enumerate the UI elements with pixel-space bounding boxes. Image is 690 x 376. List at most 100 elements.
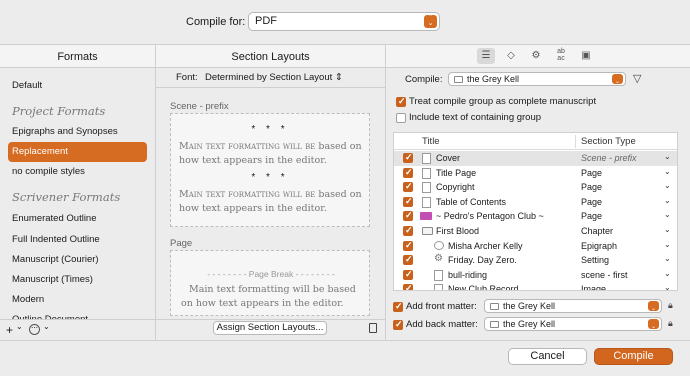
row-section-type[interactable]: Page — [581, 182, 602, 192]
sidebar-item[interactable]: no compile styles — [12, 166, 85, 177]
sidebar-item[interactable]: Epigraphs and Synopses — [12, 126, 118, 137]
add-format-button[interactable]: + — [6, 323, 13, 337]
sidebar-item[interactable]: Manuscript (Courier) — [12, 254, 99, 265]
list-icon[interactable]: ☰ — [477, 48, 495, 64]
lock-icon[interactable]: 🔒︎ — [668, 300, 673, 311]
stepper-icon: ⌃ ⌄ — [612, 73, 623, 85]
row-title: Table of Contents — [436, 196, 507, 207]
table-row[interactable]: ⚙ Friday. Day Zero. Setting ⌄ — [394, 253, 677, 268]
back-matter-checkbox[interactable] — [393, 319, 403, 330]
row-checkbox[interactable] — [403, 181, 413, 193]
row-checkbox[interactable] — [403, 210, 413, 222]
sidebar-item[interactable]: Manuscript (Times) — [12, 274, 93, 285]
row-checkbox[interactable] — [403, 167, 413, 178]
row-section-type[interactable]: Chapter — [581, 226, 613, 236]
back-matter-label: Add back matter: — [406, 319, 478, 330]
layout-preview-scene-prefix[interactable]: * * * Main text formatting will be based… — [170, 113, 370, 227]
gear-icon: ⚙ — [434, 253, 443, 265]
chevron-down-icon[interactable]: ⌄ — [664, 240, 671, 249]
table-row[interactable]: bull-riding scene - first ⌄ — [394, 268, 677, 283]
font-select[interactable]: Determined by Section Layout ⇕ — [205, 72, 343, 83]
back-matter-value: the Grey Kell — [503, 319, 556, 329]
document-icon[interactable] — [369, 323, 377, 333]
ellipsis-icon: ⋯ — [31, 325, 38, 332]
filter-icon[interactable]: ▽ — [633, 72, 641, 85]
speech-bubble-icon — [434, 240, 444, 250]
table-row[interactable]: Copyright Page ⌄ — [394, 180, 677, 195]
treat-group-checkbox[interactable] — [396, 96, 406, 107]
image-doc-icon — [420, 212, 432, 221]
row-section-type[interactable]: Page — [581, 211, 602, 221]
compile-button[interactable]: Compile — [594, 348, 673, 365]
more-options-button[interactable]: ⋯ — [29, 324, 40, 335]
row-checkbox[interactable] — [403, 269, 413, 280]
row-section-type[interactable]: scene - first — [581, 270, 628, 280]
back-matter-select[interactable]: the Grey Kell ⌃ ⌄ — [484, 317, 662, 331]
chevron-down-icon[interactable]: ⌄ — [664, 152, 671, 161]
chevron-down-icon[interactable]: ⌄ — [664, 210, 671, 219]
chevron-down-icon[interactable]: ⌄ — [664, 225, 671, 234]
chevron-down-icon[interactable]: ⌄ — [664, 167, 671, 176]
chevron-down-icon[interactable]: ⌄ — [664, 196, 671, 205]
section-type-column-header[interactable]: Section Type — [581, 136, 636, 147]
row-checkbox[interactable] — [403, 196, 413, 207]
page-break-text: Page Break — [248, 269, 294, 279]
chevron-down-icon[interactable]: ⌄ — [16, 322, 23, 331]
table-row[interactable]: ~ Pedro's Pentagon Club ~ Page ⌄ — [394, 209, 677, 224]
sidebar-item[interactable]: Modern — [12, 294, 44, 305]
chevron-down-icon[interactable]: ⌄ — [664, 181, 671, 190]
divider — [156, 87, 385, 88]
row-title: New Club Record — [448, 284, 519, 291]
row-section-type[interactable]: Epigraph — [581, 241, 617, 251]
folder-icon — [490, 303, 499, 310]
contents-table: Title Section Type CoverScene - prefix⌄T… — [393, 132, 678, 291]
preview-smallcaps: Main text formatting will be — [179, 141, 316, 152]
sidebar-item[interactable]: Default — [12, 80, 42, 91]
sidebar-item[interactable]: Enumerated Outline — [12, 213, 97, 224]
chevron-down-icon[interactable]: ⌄ — [43, 322, 50, 331]
table-row[interactable]: First Blood Chapter ⌄ — [394, 224, 677, 239]
chevron-down-icon[interactable]: ⌄ — [664, 283, 671, 290]
row-section-type[interactable]: Page — [581, 168, 602, 178]
document-icon — [422, 196, 431, 208]
row-checkbox[interactable] — [403, 240, 413, 251]
row-section-type[interactable]: Setting — [581, 255, 609, 265]
cancel-button[interactable]: Cancel — [508, 348, 587, 365]
stepper-icon: ⌃ ⌄ — [424, 14, 437, 28]
table-row[interactable]: New Club Record Image ⌄ — [394, 282, 677, 291]
compile-group-select[interactable]: the Grey Kell ⌃ ⌄ — [448, 72, 626, 86]
include-containing-checkbox[interactable] — [396, 113, 406, 123]
chevron-down-icon[interactable]: ⌄ — [664, 254, 671, 263]
row-section-type[interactable]: Page — [581, 197, 602, 207]
table-row[interactable]: Title Page Page ⌄ — [394, 166, 677, 181]
font-label: Font: — [176, 72, 198, 83]
tag-icon[interactable]: ◇ — [502, 48, 520, 64]
format-select[interactable]: PDF ⌃ ⌄ — [248, 12, 440, 31]
sidebar-item[interactable]: Full Indented Outline — [12, 234, 100, 245]
row-section-type[interactable]: Image — [581, 284, 606, 290]
preview-text: Main text formatting will be based on ho… — [179, 188, 365, 216]
spelling-icon[interactable]: ab ac — [552, 48, 570, 64]
lock-icon[interactable]: 🔒︎ — [668, 318, 673, 329]
document-icon — [434, 269, 443, 281]
gear-icon[interactable]: ⚙ — [527, 48, 545, 64]
layout-preview-page[interactable]: - - - - - - - - Page Break - - - - - - -… — [170, 250, 370, 316]
front-matter-select[interactable]: the Grey Kell ⌃ ⌄ — [484, 299, 662, 313]
row-checkbox[interactable] — [403, 283, 413, 290]
assign-section-layouts-button[interactable]: Assign Section Layouts... — [213, 321, 327, 335]
row-checkbox[interactable] — [403, 254, 413, 266]
sidebar-group-heading: Project Formats — [12, 104, 106, 118]
table-row[interactable]: Table of Contents Page ⌄ — [394, 195, 677, 210]
front-matter-checkbox[interactable] — [393, 301, 403, 312]
sidebar-item[interactable]: Replacement — [12, 146, 68, 157]
image-icon[interactable]: ▣ — [577, 48, 595, 64]
row-checkbox[interactable] — [403, 152, 413, 163]
table-row[interactable]: Cover Scene - prefix ⌄ — [394, 151, 677, 166]
row-checkbox[interactable] — [403, 225, 413, 236]
document-icon — [422, 167, 431, 179]
title-column-header[interactable]: Title — [422, 136, 440, 147]
table-row[interactable]: Misha Archer Kelly Epigraph ⌄ — [394, 239, 677, 254]
stars-separator: * * * — [251, 124, 289, 135]
chevron-down-icon[interactable]: ⌄ — [664, 269, 671, 278]
row-section-type[interactable]: Scene - prefix — [581, 153, 637, 163]
